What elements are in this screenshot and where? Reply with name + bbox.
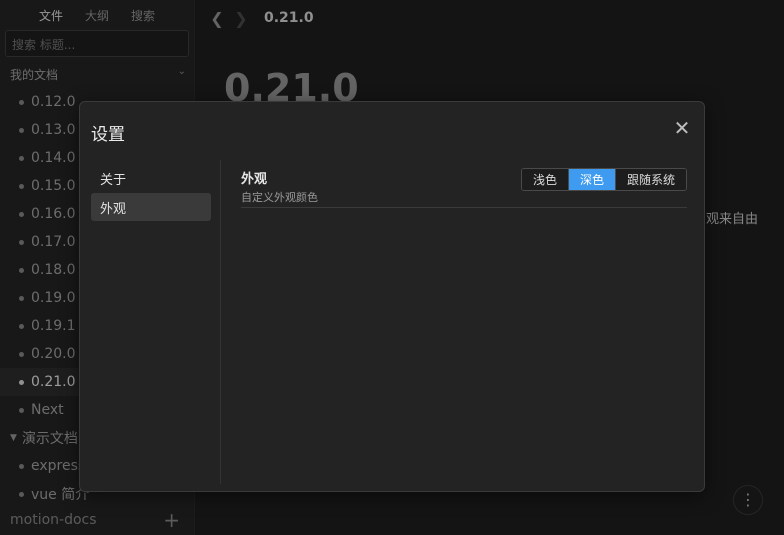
theme-light-button[interactable]: 浅色 (521, 169, 569, 190)
divider (220, 160, 221, 484)
appearance-setting: 外观 自定义外观颜色 浅色 深色 跟随系统 (241, 168, 687, 208)
theme-segmented-control: 浅色 深色 跟随系统 (520, 168, 687, 191)
close-icon[interactable]: ✕ (672, 118, 692, 138)
theme-system-button[interactable]: 跟随系统 (615, 169, 686, 190)
settings-nav-appearance[interactable]: 外观 (91, 193, 211, 221)
dialog-title: 设置 (91, 125, 125, 145)
settings-dialog: 设置 ✕ 关于 外观 外观 自定义外观颜色 浅色 深色 跟随系统 (79, 101, 705, 492)
settings-nav: 关于 外观 (91, 164, 211, 222)
theme-dark-button[interactable]: 深色 (568, 169, 616, 190)
settings-nav-about[interactable]: 关于 (91, 164, 211, 192)
setting-description: 自定义外观颜色 (241, 191, 318, 204)
